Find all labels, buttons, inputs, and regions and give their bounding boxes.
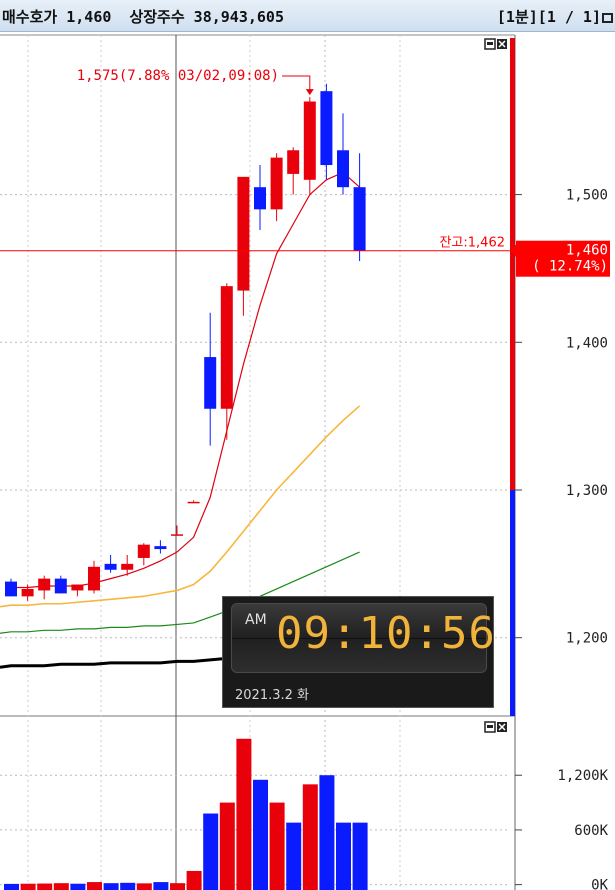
volume-tick-label: 600K (574, 823, 608, 839)
price-tick-label: 1,300 (566, 483, 608, 499)
clock-date: 2021.3.2 화 (235, 688, 309, 703)
volume-bar (103, 883, 119, 890)
candle-body (171, 534, 183, 536)
clock-widget: AM 09:10:56 2021.3.2 화 (222, 596, 495, 708)
volume-bar (302, 784, 318, 890)
volume-bar (236, 738, 252, 890)
candle-body (287, 150, 300, 174)
candle-body (5, 581, 17, 597)
candle-body (21, 588, 34, 597)
candle-body (254, 187, 266, 210)
volume-bar (20, 883, 36, 890)
price-tick-label: 1,400 (566, 335, 608, 351)
candle-body (220, 286, 233, 409)
current-price-label: 잔고:1,462 (439, 236, 505, 251)
quote-summary: 매수호가 1,460 상장주수 38,943,605 (2, 8, 284, 26)
clock-time: 09:10:56 (276, 608, 496, 659)
candle-body (187, 501, 200, 504)
volume-bar (336, 822, 351, 890)
volume-bar (120, 882, 136, 890)
candle-body (121, 563, 134, 570)
volume-bar (70, 883, 86, 890)
volume-bar (87, 882, 102, 890)
volume-bar (352, 822, 368, 890)
candle-body (38, 578, 51, 591)
volume-tick-label: 0K (591, 878, 608, 890)
candle-body (337, 150, 349, 188)
candle-body (104, 563, 117, 570)
volume-bar (170, 883, 185, 890)
period-selector[interactable]: [1분][1 / 1] (497, 6, 613, 27)
period-label[interactable]: [1분][1 / 1] (497, 8, 601, 26)
price-tick-label: 1,500 (566, 188, 608, 204)
candle-body (303, 101, 316, 180)
candle-body (204, 357, 217, 409)
volume-bar (53, 883, 69, 890)
volume-bar (153, 882, 169, 890)
volume-bar (4, 883, 19, 890)
stock-chart[interactable]: 1,200 1,300 1,400 1,500 잔고:1,462 1,460( 12.7… (0, 32, 615, 890)
volume-bar (286, 822, 302, 890)
chart-header: 매수호가 1,460 상장주수 38,943,605 [1분][1 / 1] (0, 0, 615, 32)
volume-bar (186, 870, 202, 890)
clock-face: AM 09:10:56 (231, 603, 495, 673)
candle-body (154, 546, 167, 550)
candle-body (270, 157, 283, 210)
high-price-annotation: 1,575(7.88% 03/02,09:08) (77, 68, 279, 84)
volume-bar (319, 775, 335, 890)
volume-bar (219, 802, 235, 890)
clock-ampm: AM (245, 612, 267, 628)
volume-bar (203, 813, 219, 890)
current-price-tag-pct: ( 12.74%) (532, 259, 608, 275)
candle-body (237, 176, 250, 291)
price-tick-label: 1,200 (566, 631, 608, 647)
volume-bar (253, 779, 268, 890)
maximize-icon[interactable] (602, 13, 613, 23)
volume-bar (37, 883, 53, 890)
candle-body (137, 544, 150, 558)
candle-body (320, 91, 333, 166)
volume-tick-label: 1,200K (557, 768, 608, 784)
candle-body (88, 566, 100, 591)
candle-body (353, 187, 366, 251)
current-price-tag-value: 1,460 (566, 243, 608, 259)
candle-body (54, 578, 67, 594)
volume-bar (136, 883, 152, 890)
candle-body (71, 584, 84, 591)
volume-bar (269, 802, 285, 890)
